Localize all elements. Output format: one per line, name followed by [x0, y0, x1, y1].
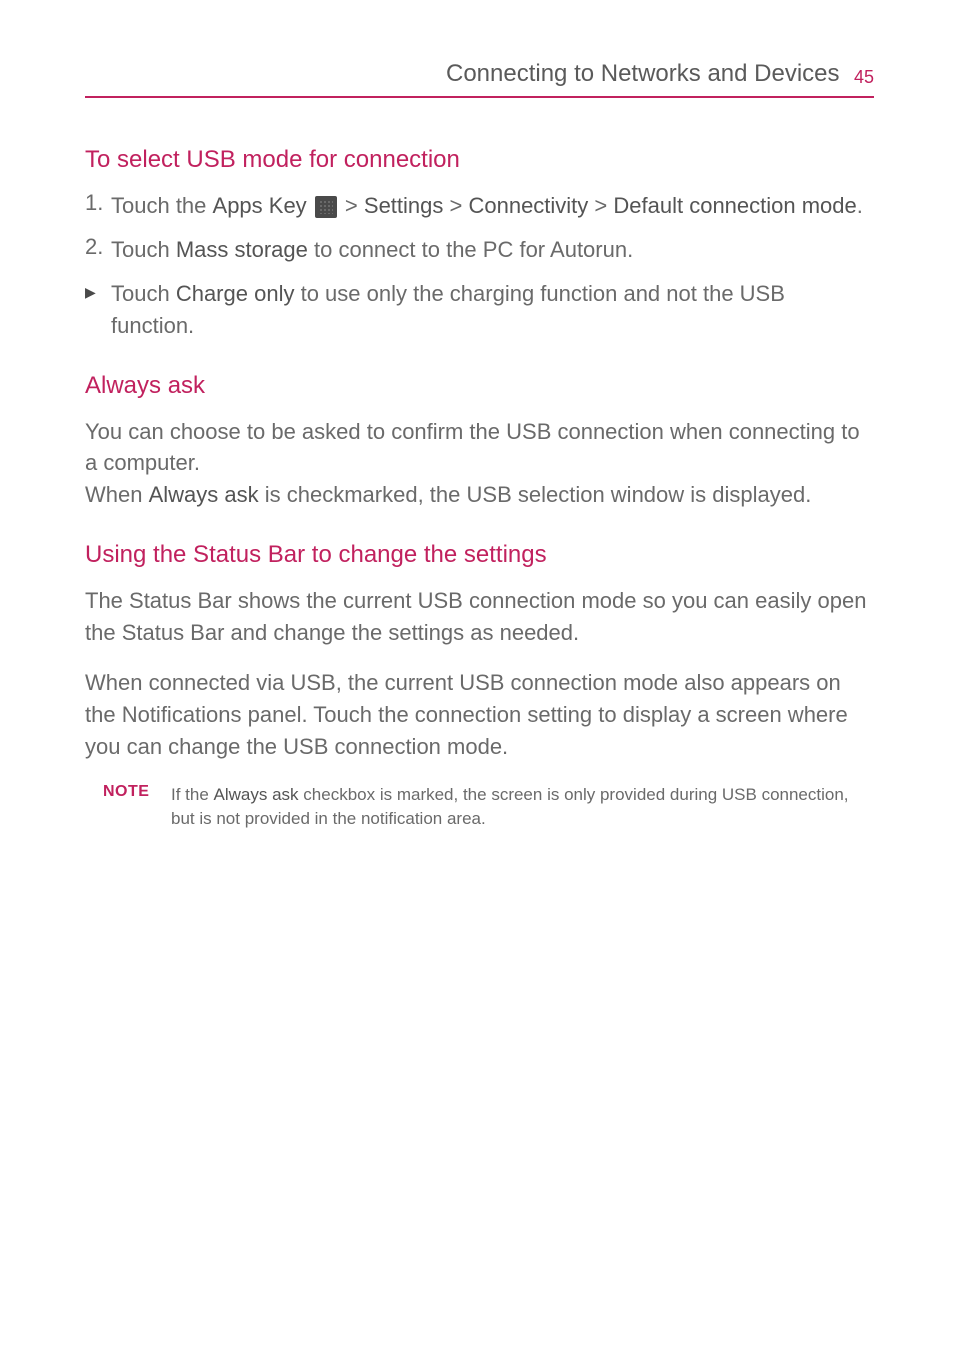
step-2: 2. Touch Mass storage to connect to the …	[85, 234, 874, 266]
mass-storage-label: Mass storage	[176, 237, 308, 262]
paragraph: The Status Bar shows the current USB con…	[85, 585, 874, 649]
step-list: 1. Touch the Apps Key > Settings > Conne…	[85, 190, 874, 342]
apps-key-icon	[315, 196, 337, 218]
text: Touch	[111, 237, 176, 262]
section-heading-status-bar: Using the Status Bar to change the setti…	[85, 541, 874, 569]
charge-only-label: Charge only	[176, 281, 295, 306]
always-ask-label: Always ask	[149, 482, 259, 507]
page-number: 45	[854, 67, 874, 87]
text: When	[85, 482, 149, 507]
text: >	[339, 193, 364, 218]
always-ask-label: Always ask	[214, 785, 299, 804]
paragraph: You can choose to be asked to confirm th…	[85, 416, 874, 480]
text: is checkmarked, the USB selection window…	[259, 482, 812, 507]
section-heading-usb-mode: To select USB mode for connection	[85, 146, 874, 174]
triangle-bullet-icon: ▶	[85, 278, 111, 342]
step-marker: 2.	[85, 234, 111, 266]
bullet-content: Touch Charge only to use only the chargi…	[111, 278, 874, 342]
header-title: Connecting to Networks and Devices	[446, 60, 840, 87]
note-label: NOTE	[103, 783, 171, 832]
text: >	[588, 193, 613, 218]
note-text: If the Always ask checkbox is marked, th…	[171, 783, 874, 832]
connectivity-label: Connectivity	[468, 193, 588, 218]
default-mode-label: Default connection mode	[613, 193, 856, 218]
settings-label: Settings	[364, 193, 444, 218]
bullet-item: ▶ Touch Charge only to use only the char…	[85, 278, 874, 342]
paragraph: When connected via USB, the current USB …	[85, 667, 874, 763]
text: .	[857, 193, 863, 218]
step-marker: 1.	[85, 190, 111, 222]
text: Touch	[111, 281, 176, 306]
step-content: Touch Mass storage to connect to the PC …	[111, 234, 874, 266]
note-block: NOTE If the Always ask checkbox is marke…	[85, 783, 874, 832]
page-header: Connecting to Networks and Devices 45	[85, 60, 874, 98]
text: >	[443, 193, 468, 218]
step-1: 1. Touch the Apps Key > Settings > Conne…	[85, 190, 874, 222]
step-content: Touch the Apps Key > Settings > Connecti…	[111, 190, 874, 222]
apps-key-label: Apps Key	[213, 193, 307, 218]
paragraph: When Always ask is checkmarked, the USB …	[85, 479, 874, 511]
text: Touch the	[111, 193, 213, 218]
text: to connect to the PC for Autorun.	[308, 237, 633, 262]
section-heading-always-ask: Always ask	[85, 372, 874, 400]
text: If the	[171, 785, 214, 804]
